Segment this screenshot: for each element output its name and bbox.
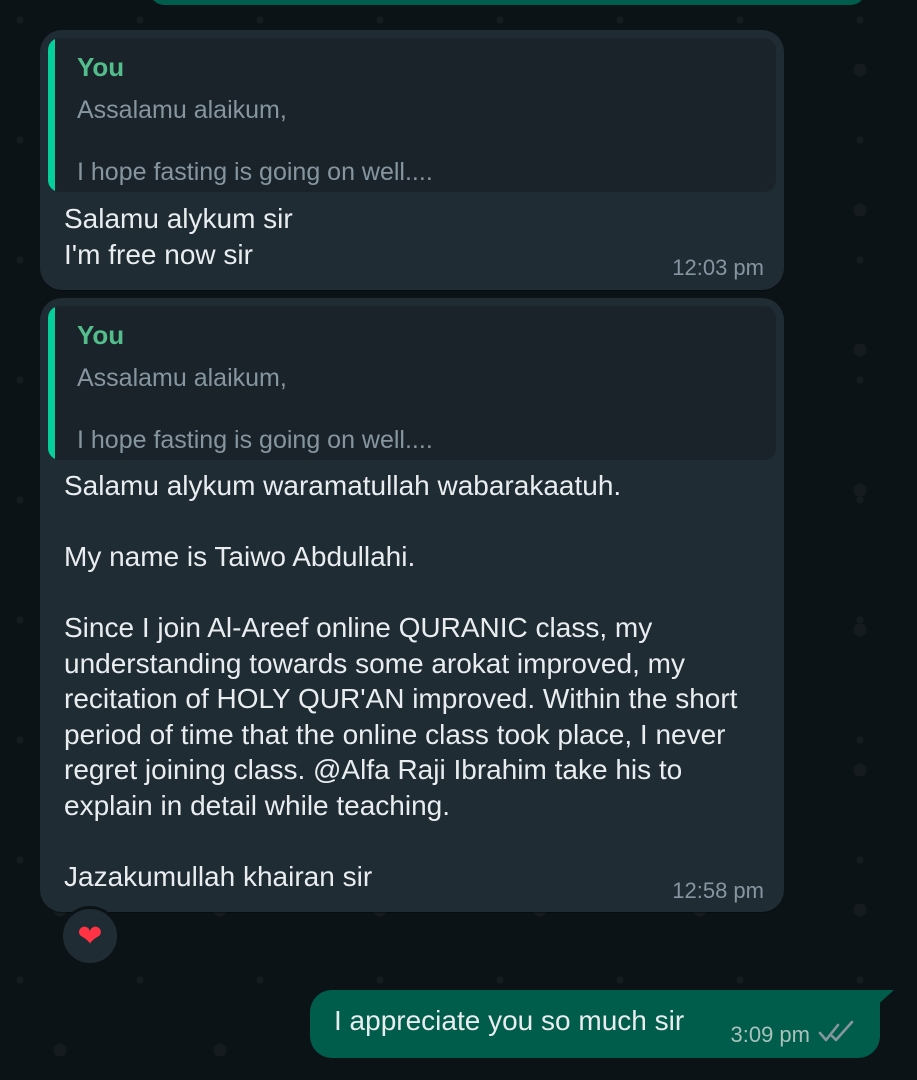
message-text: I appreciate you so much sir — [334, 1005, 685, 1036]
bubble-tail — [874, 990, 894, 1008]
incoming-message-2[interactable]: You Assalamu alaikum, I hope fasting is … — [40, 298, 784, 912]
previous-outgoing-message-edge — [150, 0, 865, 5]
quoted-message[interactable]: You Assalamu alaikum, I hope fasting is … — [48, 306, 776, 460]
message-time: 12:03 pm — [672, 255, 764, 280]
quote-line-2: I hope fasting is going on well.... — [77, 426, 433, 454]
double-check-read-icon — [818, 1020, 854, 1042]
quote-author: You — [77, 320, 125, 350]
chat-conversation: You Assalamu alaikum, I hope fasting is … — [0, 0, 917, 1080]
outgoing-message[interactable]: I appreciate you so much sir 3:09 pm — [310, 990, 894, 1058]
heart-reaction-icon[interactable]: ❤ — [60, 906, 120, 966]
quote-line-2: I hope fasting is going on well.... — [77, 158, 433, 186]
quote-accent-bar — [48, 38, 55, 192]
quote-line-1: Assalamu alaikum, — [77, 96, 287, 124]
incoming-message-1[interactable]: You Assalamu alaikum, I hope fasting is … — [40, 30, 784, 290]
message-text: Salamu alykum sir I'm free now sir — [64, 203, 293, 270]
quote-line-1: Assalamu alaikum, — [77, 364, 287, 392]
message-time: 12:58 pm — [672, 878, 764, 903]
quote-author: You — [77, 52, 125, 82]
message-time: 3:09 pm — [730, 1022, 811, 1047]
quoted-message[interactable]: You Assalamu alaikum, I hope fasting is … — [48, 38, 776, 192]
quote-accent-bar — [48, 306, 55, 460]
message-text: Salamu alykum waramatullah wabarakaatuh.… — [64, 470, 738, 892]
